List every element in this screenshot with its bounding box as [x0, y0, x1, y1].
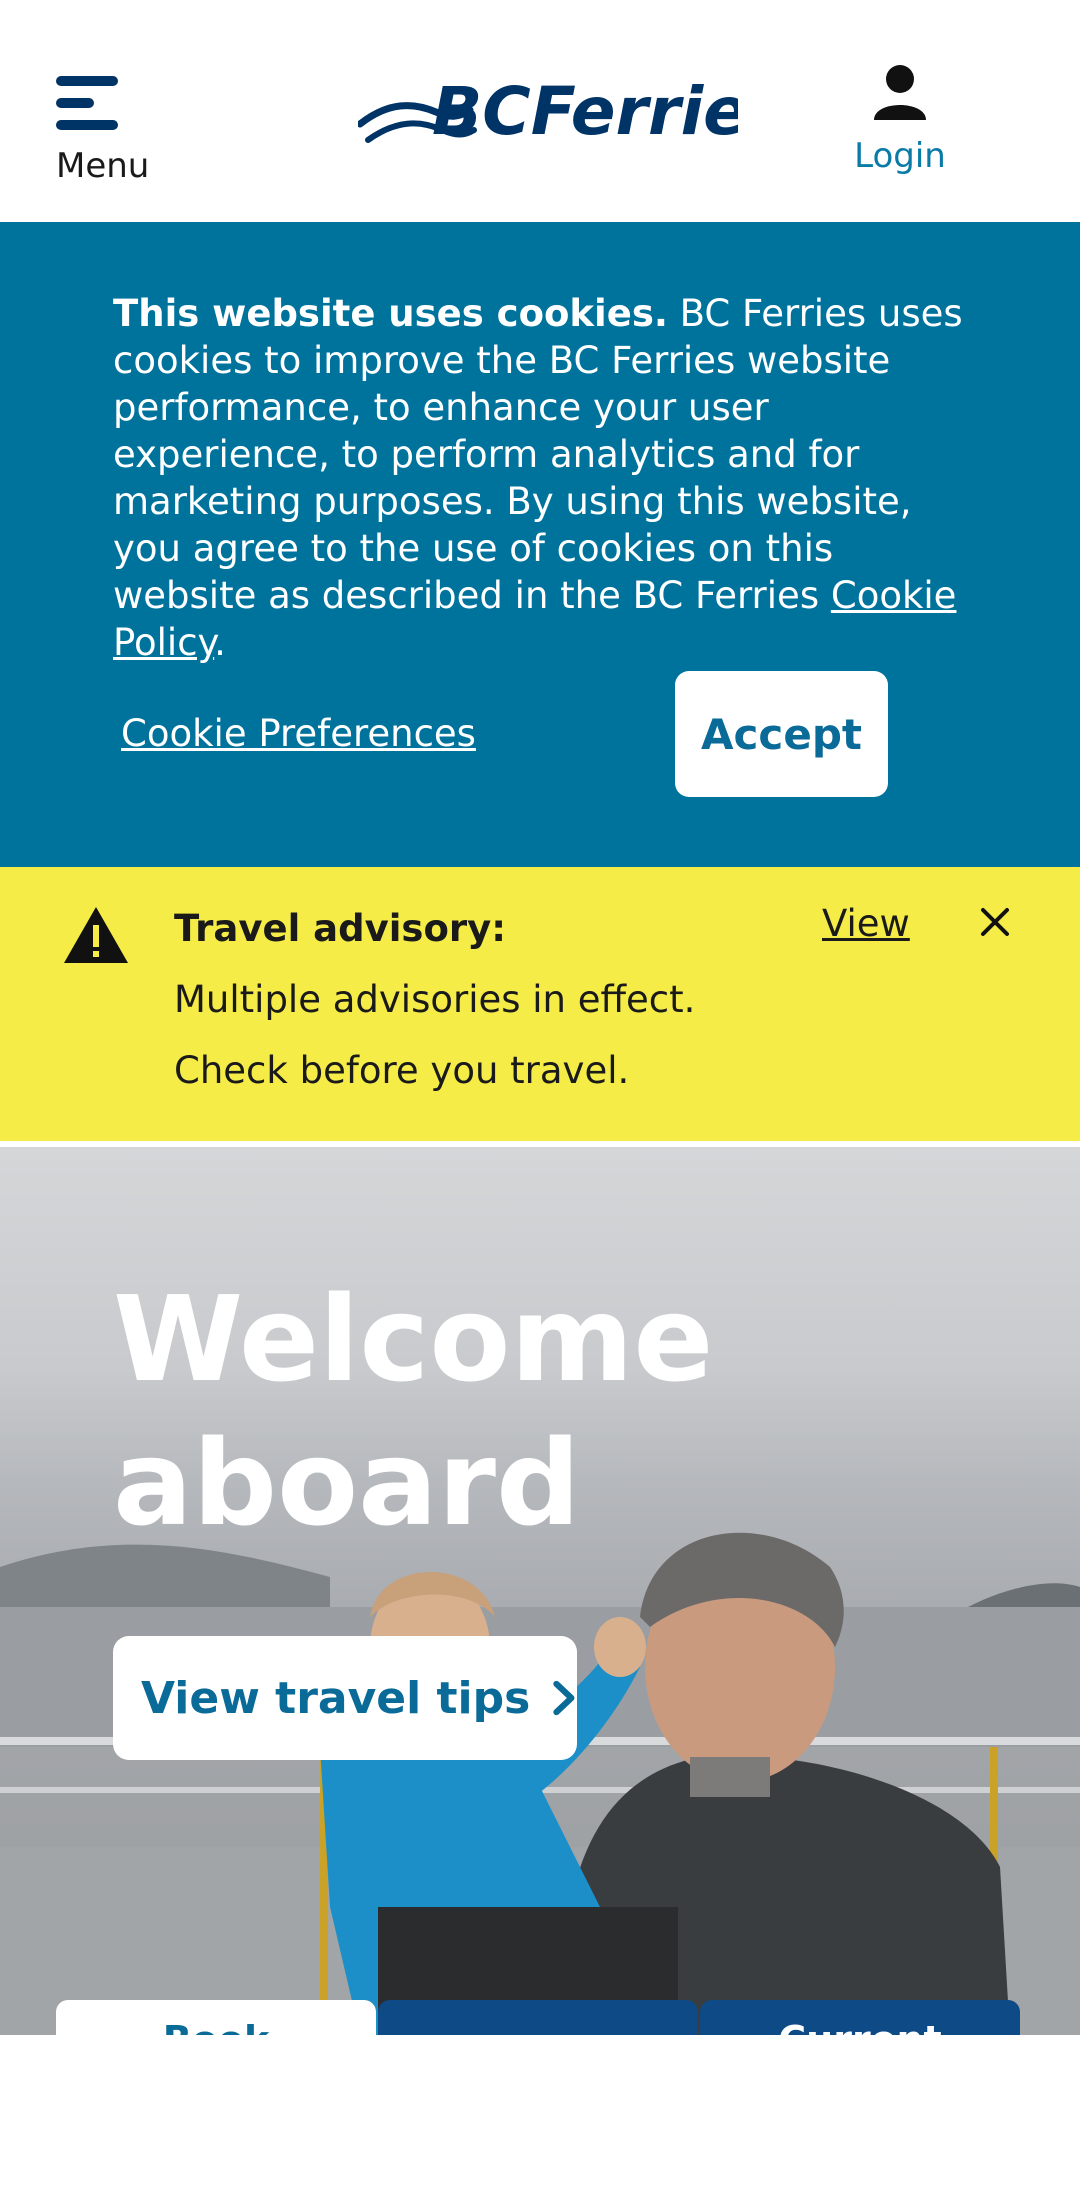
cookie-notice-heading: This website uses cookies.: [113, 292, 668, 335]
cookie-notice-body: BC Ferries uses cookies to improve the B…: [113, 292, 963, 617]
hero-title: Welcome aboard: [113, 1267, 813, 1555]
warning-icon: [64, 907, 128, 963]
advisory-title: Travel advisory:: [174, 907, 507, 950]
advisory-message-line1: Multiple advisories in effect.: [174, 978, 696, 1021]
accept-cookies-button[interactable]: Accept: [675, 671, 888, 797]
hero-title-line1: Welcome: [113, 1270, 714, 1408]
view-travel-tips-button[interactable]: View travel tips: [113, 1636, 577, 1760]
logo-graphic: BCFerries: [356, 73, 787, 150]
site-header: Menu BCFerries Login: [0, 0, 1080, 222]
advisory-view-link[interactable]: View: [822, 902, 910, 945]
chevron-right-icon: [553, 1680, 575, 1716]
hero-banner: Welcome aboard View travel tips: [0, 1147, 1080, 2035]
cookie-banner: This website uses cookies. BC Ferries us…: [0, 222, 1080, 867]
page-bottom: [0, 2035, 1080, 2192]
login-label: Login: [854, 136, 946, 176]
hero-title-line2: aboard: [113, 1414, 581, 1552]
travel-advisory-banner: Travel advisory: Multiple advisories in …: [0, 867, 1080, 1141]
svg-text:BCFerries: BCFerries: [432, 73, 738, 150]
cookie-notice-period: .: [214, 621, 226, 664]
user-icon: [874, 65, 926, 120]
close-icon[interactable]: [978, 905, 1012, 939]
advisory-message-line2: Check before you travel.: [174, 1049, 630, 1092]
travel-tips-label: View travel tips: [141, 1672, 531, 1724]
hamburger-icon: [56, 76, 118, 132]
cookie-preferences-link[interactable]: Cookie Preferences: [121, 712, 476, 755]
bc-ferries-logo[interactable]: BCFerries: [356, 72, 787, 152]
cookie-notice-text: This website uses cookies. BC Ferries us…: [113, 290, 973, 666]
menu-button[interactable]: Menu: [52, 72, 162, 192]
menu-label: Menu: [56, 146, 150, 186]
login-button[interactable]: Login: [850, 62, 950, 182]
